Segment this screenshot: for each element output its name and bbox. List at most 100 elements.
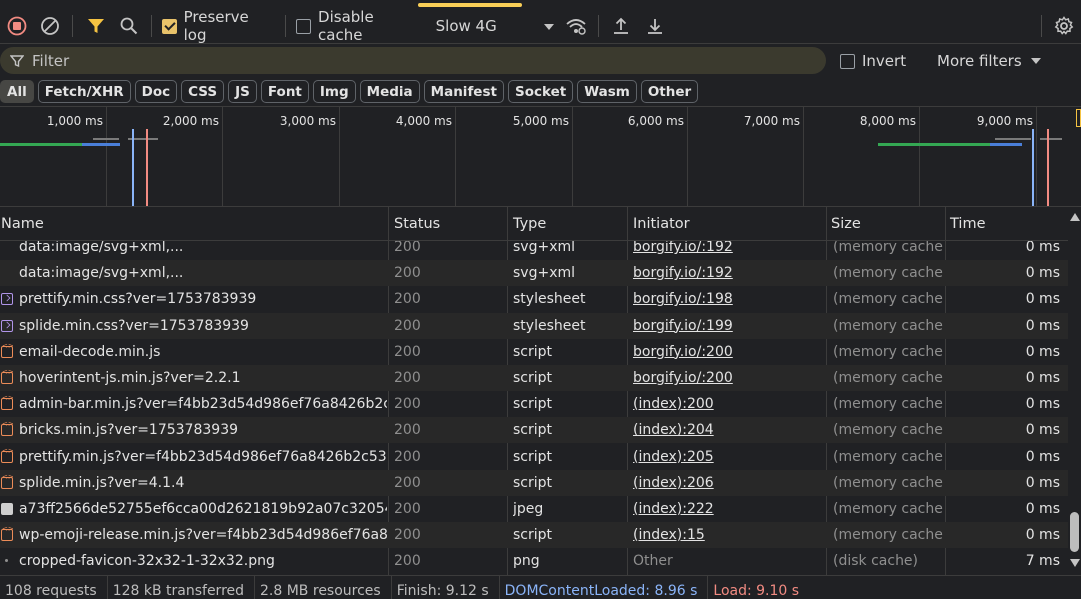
network-conditions-icon[interactable] [559, 9, 592, 43]
request-status: 200 [394, 527, 421, 544]
column-header-initiator[interactable]: Initiator [628, 207, 826, 241]
type-filter-socket[interactable]: Socket [507, 80, 574, 103]
table-row[interactable]: splide.min.js?ver=4.1.4 200 script (index):… [0, 469, 1068, 496]
script-file-icon [1, 368, 14, 384]
request-time: 0 ms [1025, 343, 1060, 360]
type-filter-font[interactable]: Font [260, 80, 309, 103]
timeline-tick-label: 4,000 ms [395, 114, 452, 128]
timeline-waiting-bar [878, 143, 990, 146]
request-status: 200 [394, 241, 421, 255]
request-initiator[interactable]: (index):222 [633, 496, 823, 522]
summary-requests: 108 requests [0, 575, 108, 599]
request-status: 200 [394, 501, 421, 517]
script-file-icon [1, 342, 14, 358]
request-initiator[interactable]: (index):200 [633, 391, 823, 417]
request-status: 200 [394, 474, 421, 491]
table-row[interactable]: bricks.min.js?ver=1753783939 200 script (in… [0, 417, 1068, 444]
column-header-size[interactable]: Size [826, 207, 944, 241]
timeline-gridline [1036, 107, 1037, 206]
request-initiator[interactable]: (index):15 [633, 522, 823, 548]
requests-scrollbar[interactable] [1068, 207, 1081, 575]
domcontentloaded-marker [1032, 129, 1034, 206]
import-icon[interactable] [605, 9, 638, 43]
timeline-tick-label: 6,000 ms [627, 114, 684, 128]
timeline-tick-label: 9,000 ms [976, 114, 1033, 128]
requests-table-body: data:image/svg+xml,... 200 svg+xml borgify.… [0, 241, 1068, 575]
column-header-type[interactable]: Type [508, 207, 626, 241]
request-type: script [513, 370, 553, 386]
column-header-status[interactable]: Status [389, 207, 507, 241]
table-row[interactable]: cropped-favicon-32x32-1-32x32.png 200 png O… [0, 548, 1068, 574]
filter-input[interactable]: Filter [0, 47, 826, 74]
type-filter-wasm[interactable]: Wasm [577, 80, 637, 103]
type-filter-fetch-xhr[interactable]: Fetch/XHR [37, 80, 131, 103]
active-tab-highlight [418, 3, 522, 7]
table-row[interactable]: data:image/svg+xml,... 200 svg+xml borgify.… [0, 260, 1068, 287]
column-header-time[interactable]: Time [945, 207, 1065, 241]
timeline-request-bar [1040, 138, 1062, 140]
request-time: 0 ms [1025, 291, 1060, 308]
type-filter-media[interactable]: Media [359, 80, 420, 103]
type-filter-img[interactable]: Img [312, 80, 356, 103]
disable-cache-checkbox[interactable]: Disable cache [296, 8, 419, 44]
clear-icon[interactable] [33, 9, 66, 43]
stop-recording-icon[interactable] [0, 9, 33, 43]
table-row[interactable]: splide.min.css?ver=1753783939 200 styleshe… [0, 312, 1068, 339]
preserve-log-checkbox[interactable]: Preserve log [162, 8, 273, 44]
scrollbar-thumb[interactable] [1070, 512, 1079, 552]
request-initiator[interactable]: borgify.io/:192 [633, 241, 823, 260]
type-filter-other[interactable]: Other [640, 80, 699, 103]
request-time: 0 ms [1025, 448, 1060, 465]
type-filter-doc[interactable]: Doc [134, 80, 178, 103]
resource-type-filter-bar: All Fetch/XHR Doc CSS JS Font Img Media … [0, 77, 1081, 107]
request-time: 7 ms [1025, 553, 1060, 570]
request-initiator[interactable]: borgify.io/:200 [633, 339, 823, 365]
invert-checkbox[interactable]: Invert [840, 52, 906, 70]
table-row[interactable]: admin-bar.min.js?ver=f4bb23d54d986ef76a8… [0, 391, 1068, 417]
request-initiator[interactable]: borgify.io/:192 [633, 260, 823, 286]
table-row[interactable]: data:image/svg+xml,... 200 svg+xml borgify.… [0, 241, 1068, 260]
request-name: splide.min.css?ver=1753783939 [19, 317, 249, 334]
checkbox-unchecked-icon[interactable] [840, 53, 855, 69]
request-initiator[interactable]: (index):206 [633, 470, 823, 496]
request-size: (memory cache) [833, 291, 943, 308]
type-filter-all[interactable]: All [0, 80, 34, 103]
request-type: script [513, 343, 553, 360]
request-size: (memory cache) [833, 396, 943, 413]
throttling-select[interactable]: Slow 4G [436, 9, 557, 44]
type-filter-manifest[interactable]: Manifest [423, 80, 504, 103]
table-row[interactable]: email-decode.min.js 200 script borgify.io/:… [0, 339, 1068, 365]
request-time: 0 ms [1025, 474, 1060, 491]
timeline-waiting-bar [0, 143, 82, 146]
table-row[interactable]: a73ff2566de52755ef6cca00d2621819b92a07c3… [0, 496, 1068, 522]
search-icon[interactable] [112, 9, 145, 43]
checkbox-unchecked-icon[interactable] [296, 18, 312, 34]
request-initiator[interactable]: borgify.io/:200 [633, 365, 823, 391]
request-initiator[interactable]: (index):205 [633, 444, 823, 470]
export-icon[interactable] [638, 9, 671, 43]
type-filter-js[interactable]: JS [228, 80, 257, 103]
request-initiator[interactable]: borgify.io/:198 [633, 286, 823, 312]
table-row[interactable]: prettify.min.css?ver=1753783939 200 styles… [0, 286, 1068, 312]
request-size: (memory cache) [833, 370, 943, 386]
more-filters-dropdown[interactable]: More filters [937, 52, 1041, 70]
settings-icon[interactable] [1048, 9, 1081, 43]
table-row[interactable]: hoverintent-js.min.js?ver=2.2.1 200 script… [0, 365, 1068, 391]
request-type: script [513, 422, 553, 439]
request-status: 200 [394, 553, 421, 570]
type-filter-css[interactable]: CSS [181, 80, 225, 103]
checkbox-checked-icon[interactable] [162, 18, 177, 34]
request-initiator[interactable]: borgify.io/:199 [633, 313, 823, 339]
table-row[interactable]: prettify.min.js?ver=f4bb23d54d986ef76a84… [0, 444, 1068, 470]
chevron-down-icon [1030, 58, 1041, 64]
request-time: 0 ms [1025, 527, 1060, 544]
filter-icon[interactable] [79, 9, 112, 43]
table-row[interactable]: wp-emoji-release.min.js?ver=f4bb23d54d98… [0, 522, 1068, 549]
request-type: svg+xml [513, 265, 576, 282]
network-overview-timeline[interactable]: 1,000 ms 2,000 ms 3,000 ms 4,000 ms 5,00… [0, 107, 1081, 207]
column-header-name[interactable]: Name [0, 207, 386, 241]
scroll-up-icon[interactable] [1070, 213, 1080, 221]
script-file-icon [1, 525, 14, 542]
request-initiator[interactable]: (index):204 [633, 417, 823, 443]
scroll-down-icon[interactable] [1070, 559, 1080, 567]
